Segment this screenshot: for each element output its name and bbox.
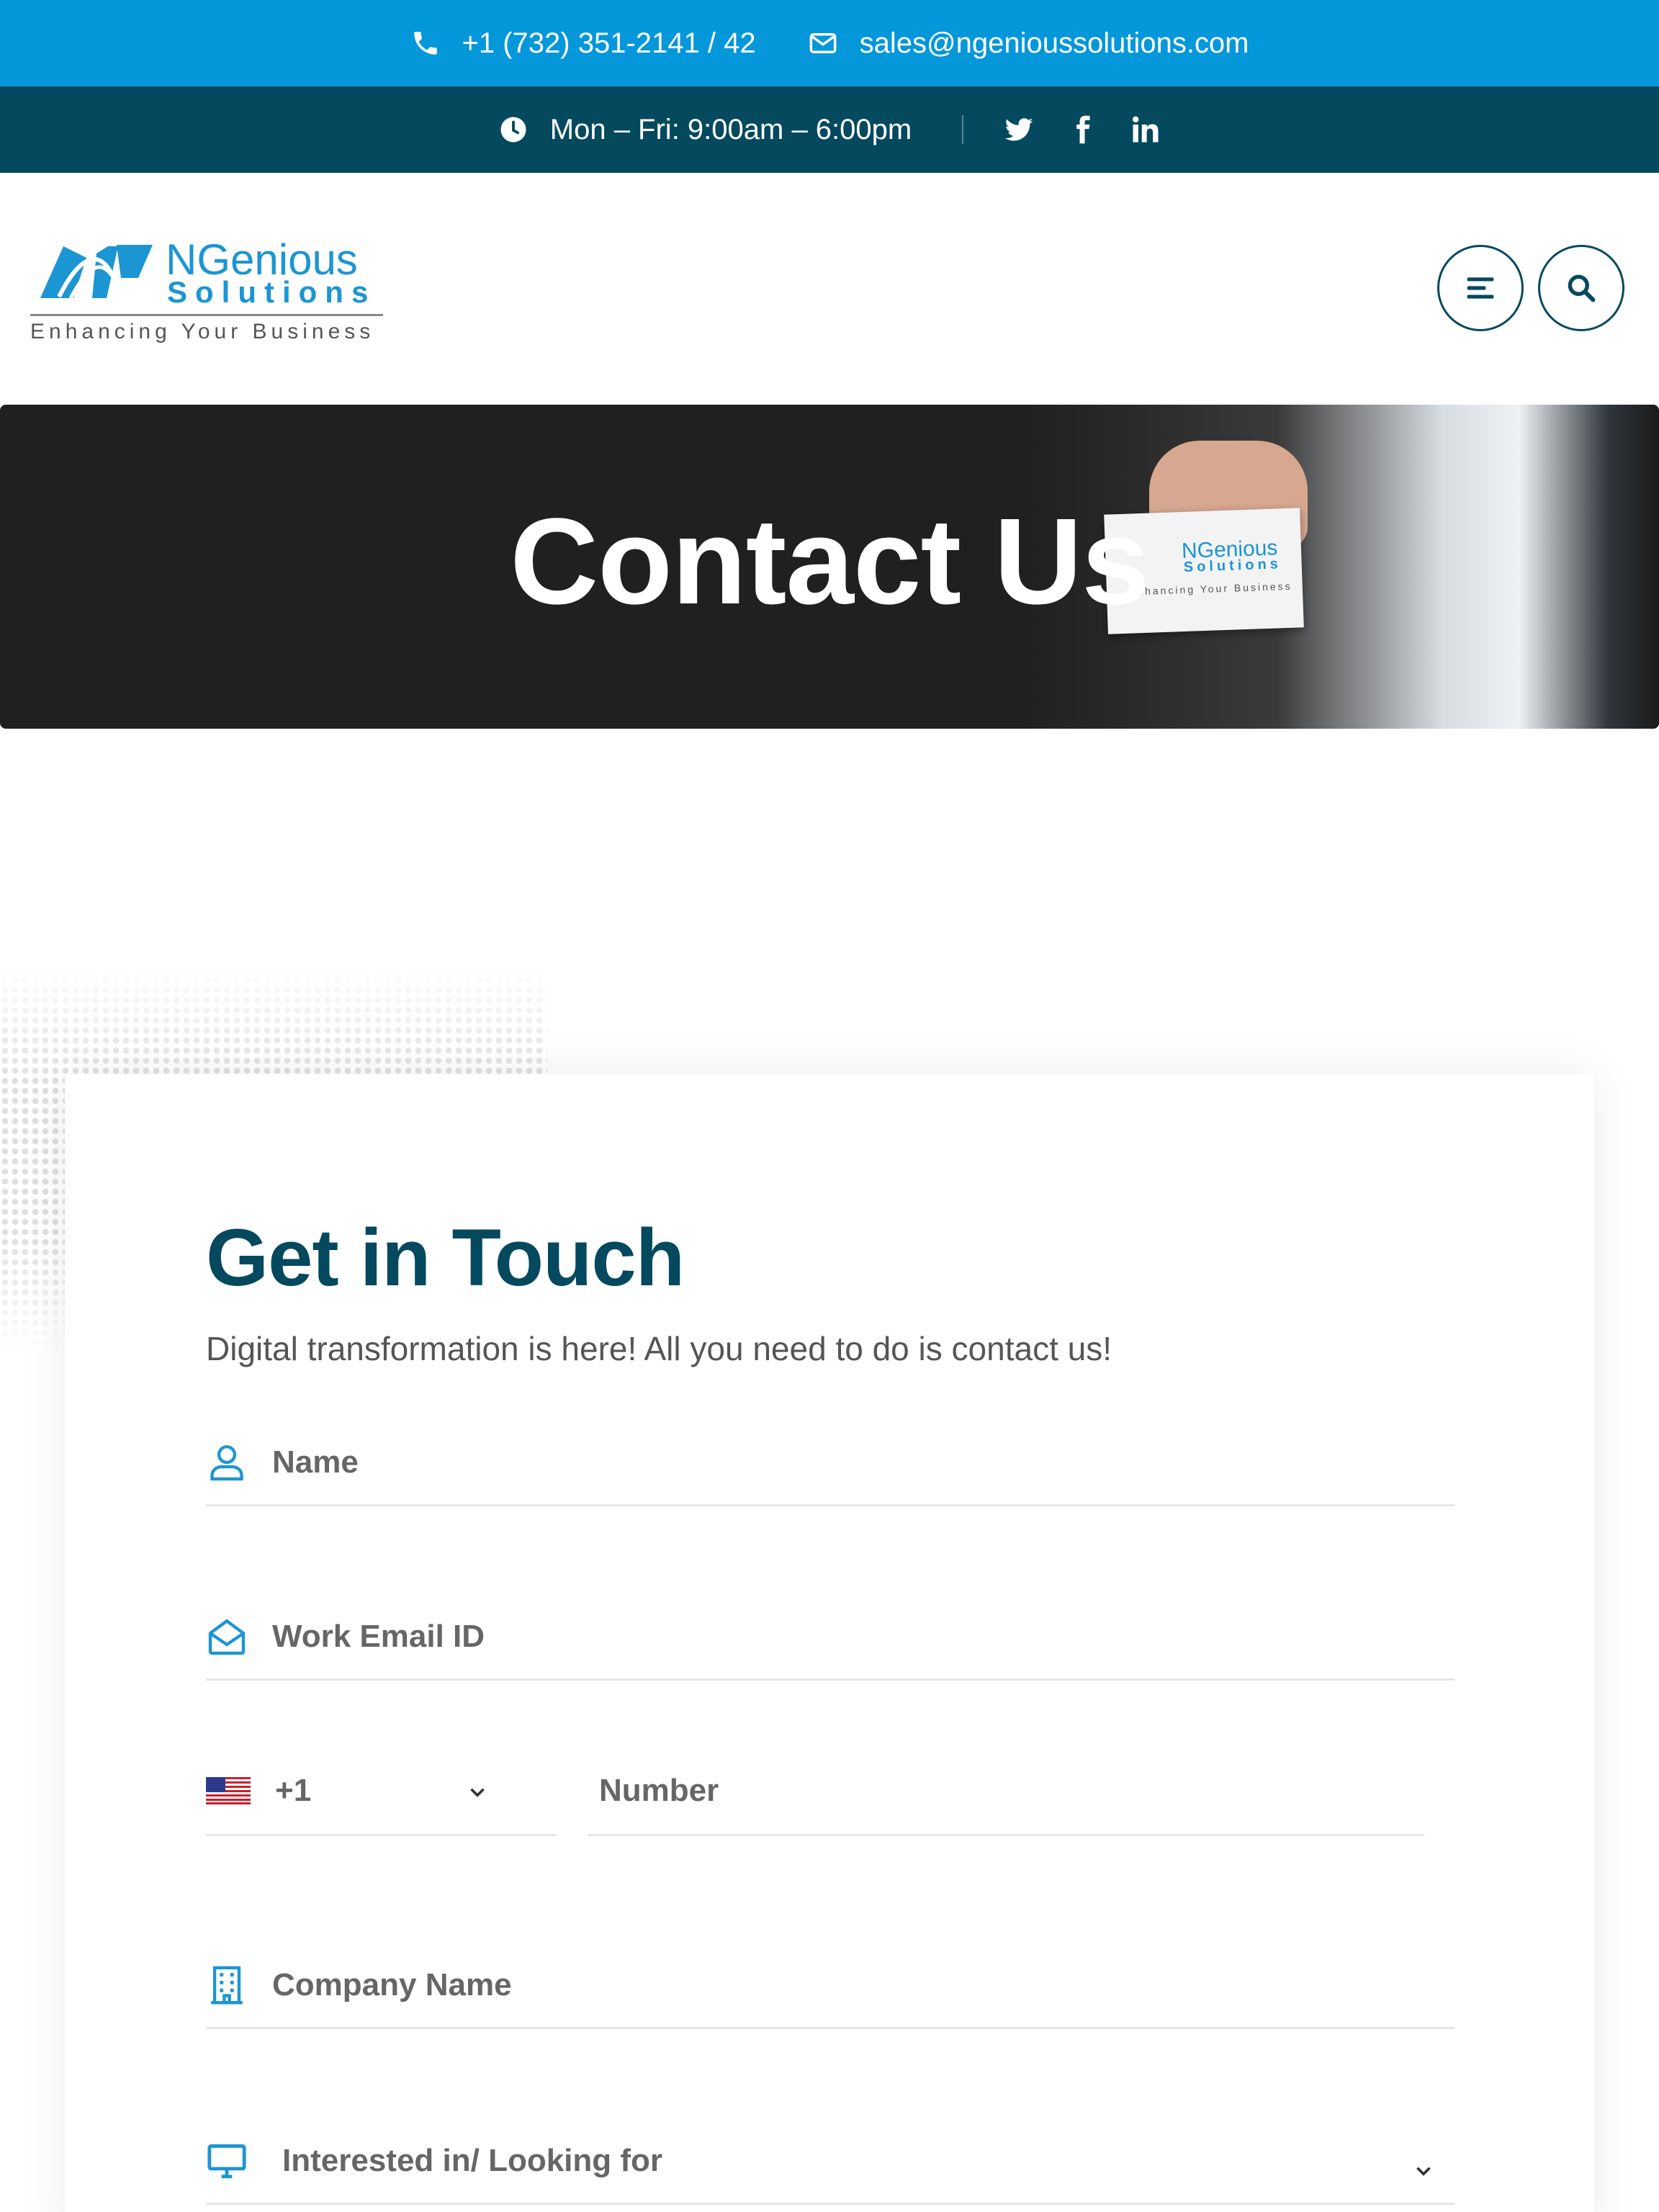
- chevron-down-icon: [470, 1788, 485, 1797]
- top-contact-bar: +1 (732) 351-2141 / 42 sales@ngenioussol…: [0, 0, 1659, 86]
- search-icon: [1568, 274, 1596, 302]
- hours-social-bar: Mon – Fri: 9:00am – 6:00pm: [0, 86, 1659, 173]
- country-code-select[interactable]: +1: [206, 1747, 556, 1836]
- interest-select[interactable]: Interested in/ Looking for: [206, 2118, 1455, 2205]
- logo-rule: [30, 314, 383, 316]
- phone-number-field[interactable]: Number: [588, 1747, 1424, 1836]
- logo-mark-icon: [40, 245, 153, 300]
- menu-icon: [1467, 277, 1494, 299]
- name-field[interactable]: Name: [206, 1420, 1455, 1506]
- hours-text: Mon – Fri: 9:00am – 6:00pm: [549, 113, 912, 145]
- envelope-icon: [809, 33, 836, 53]
- form-subheading: Digital transformation is here! All you …: [206, 1330, 1112, 1367]
- email-address: sales@ngenioussolutions.com: [859, 27, 1249, 59]
- envelope-open-icon: [208, 1619, 246, 1655]
- chevron-down-icon: [1416, 2167, 1431, 2176]
- hero-banner: NGenious Solutions Enhancing Your Busine…: [0, 405, 1659, 729]
- us-flag-icon: [206, 1776, 251, 1804]
- social-links: [1004, 114, 1161, 145]
- contact-form-card: Get in Touch Digital transformation is h…: [65, 1074, 1594, 2212]
- number-placeholder: Number: [599, 1772, 719, 1808]
- monitor-icon: [207, 2144, 246, 2178]
- interest-placeholder: Interested in/ Looking for: [282, 2142, 663, 2178]
- building-icon: [211, 1966, 243, 2004]
- phone-icon: [413, 32, 437, 55]
- company-logo[interactable]: NGenious Solutions Enhancing Your Busine…: [30, 232, 383, 347]
- company-placeholder: Company Name: [272, 1966, 512, 2002]
- logo-brand-suffix: Solutions: [167, 275, 377, 309]
- email-link[interactable]: sales@ngenioussolutions.com: [808, 27, 1249, 60]
- page-title: Contact Us: [510, 493, 1149, 630]
- logo-tagline: Enhancing Your Business: [30, 320, 375, 343]
- twitter-icon[interactable]: [1004, 114, 1034, 145]
- phone-link[interactable]: +1 (732) 351-2141 / 42: [410, 27, 756, 60]
- facebook-icon[interactable]: [1067, 114, 1097, 145]
- country-code-value: +1: [275, 1772, 312, 1808]
- clock-icon: [500, 117, 526, 143]
- menu-button[interactable]: [1437, 245, 1524, 331]
- form-heading: Get in Touch: [206, 1213, 685, 1303]
- divider: [962, 115, 964, 144]
- name-placeholder: Name: [272, 1444, 359, 1480]
- business-hours: Mon – Fri: 9:00am – 6:00pm: [498, 114, 912, 146]
- email-placeholder: Work Email ID: [272, 1618, 485, 1654]
- email-field[interactable]: Work Email ID: [206, 1594, 1455, 1681]
- company-field[interactable]: Company Name: [206, 1943, 1455, 2029]
- linkedin-icon[interactable]: [1130, 114, 1161, 145]
- phone-number: +1 (732) 351-2141 / 42: [462, 27, 756, 59]
- user-icon: [210, 1444, 243, 1480]
- search-button[interactable]: [1538, 245, 1624, 331]
- site-header: NGenious Solutions Enhancing Your Busine…: [0, 173, 1659, 405]
